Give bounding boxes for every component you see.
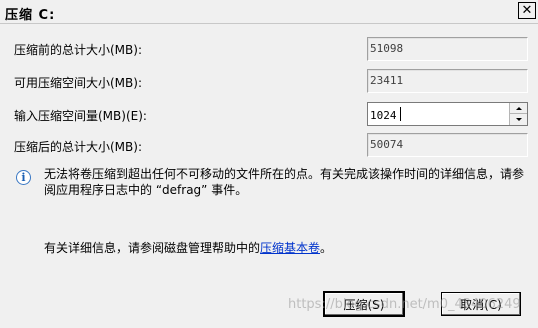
label-available-space: 可用压缩空间大小(MB): [14, 76, 142, 90]
spinner-up-button[interactable] [510, 103, 527, 114]
shrink-amount-spinner[interactable] [367, 102, 528, 126]
field-total-before: 51098 [367, 37, 528, 61]
info-message: 无法将卷压缩到超出任何不可移动的文件所在的点。有关完成该操作时间的详细信息，请参… [44, 167, 525, 197]
shrink-basic-volume-link[interactable]: 压缩基本卷 [260, 241, 320, 255]
label-total-after: 压缩后的总计大小(MB): [14, 140, 142, 154]
window-title: 压缩 C: [5, 8, 56, 23]
info-icon: i [16, 170, 31, 185]
arrow-down-icon [515, 118, 522, 121]
shrink-amount-input[interactable] [368, 103, 508, 125]
arrow-up-icon [515, 106, 522, 110]
field-total-after: 50074 [367, 133, 528, 157]
field-available-space: 23411 [367, 69, 528, 93]
spinner-buttons [509, 103, 527, 125]
shrink-button[interactable]: 压缩(S) [323, 291, 405, 317]
title-bar: 压缩 C: ✕ [0, 0, 538, 24]
more-info-line: 有关详细信息，请参阅磁盘管理帮助中的压缩基本卷。 [44, 239, 332, 256]
more-info-prefix: 有关详细信息，请参阅磁盘管理帮助中的 [44, 241, 261, 255]
label-shrink-amount: 输入压缩空间量(MB)(E): [14, 109, 147, 123]
cancel-button[interactable]: 取消(C) [441, 292, 521, 316]
close-icon: ✕ [521, 3, 533, 18]
spinner-down-button[interactable] [510, 114, 527, 125]
label-total-before: 压缩前的总计大小(MB): [14, 43, 142, 57]
close-button[interactable]: ✕ [518, 2, 536, 19]
text-caret [400, 107, 401, 121]
more-info-suffix: 。 [320, 241, 333, 255]
